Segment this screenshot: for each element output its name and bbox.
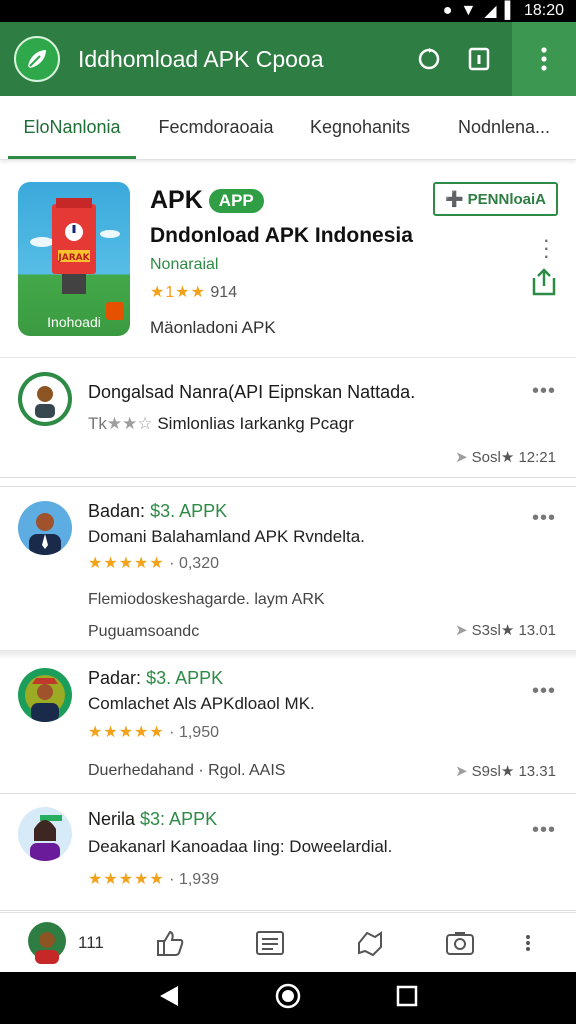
reviewer-name: Padar: xyxy=(88,668,142,688)
share-small-icon: ➤ xyxy=(455,763,468,780)
app-logo-icon[interactable] xyxy=(14,36,60,82)
rating-row: ★★★★★ · 1,939 xyxy=(88,869,219,889)
share-icon[interactable] xyxy=(530,266,558,303)
list-item-line: Domani Balahamland APK Rvndelta. xyxy=(88,527,365,546)
list-item[interactable]: Padar: $3. APPK Comlachet Als APKdloaol … xyxy=(0,658,576,794)
rating-row: ★★★★★ · 1,950 xyxy=(88,722,219,742)
rating-row: ★★★★★ · 0,320 xyxy=(88,553,219,573)
install-button[interactable]: ➕ PENNloaiA xyxy=(432,182,558,216)
back-icon[interactable] xyxy=(158,984,180,1013)
wifi-icon: ▼ xyxy=(460,2,477,19)
signal-icon: ◢ xyxy=(484,3,497,20)
list-item-meta-1: Flemiodoskeshagarde. laym ARK xyxy=(88,591,325,608)
rating-stars: ★★★★★ xyxy=(88,724,165,741)
app-rating-value: 914 xyxy=(210,284,238,301)
rating-count: · 0,320 xyxy=(169,555,219,572)
tab-bar: EloNanlonia Fecmdoraoaia Kegnohanits Nod… xyxy=(0,96,576,160)
status-time: 18:20 xyxy=(523,2,564,19)
item-price: $3. APPK xyxy=(146,668,224,688)
list-item-meta: ➤ S3sl★ 13.01 xyxy=(455,621,556,639)
info-icon[interactable] xyxy=(454,34,504,84)
list-item-meta-1: Duerhedahand · Rgol. AAIS xyxy=(88,762,286,779)
item-price: $3: APPK xyxy=(140,809,218,829)
tab-1[interactable]: EloNanlonia xyxy=(0,96,144,159)
app-name: APK APP xyxy=(150,186,264,215)
system-nav-bar xyxy=(0,972,576,1024)
download-icon: ➕ xyxy=(444,191,464,208)
list-item-line: Deakanarl Kanoadaa Iing: Doweelardial. xyxy=(88,837,393,856)
avatar xyxy=(18,501,72,555)
list-item-line: Comlachet Als APKdloaol MK. xyxy=(88,694,315,713)
nav-overflow-icon[interactable] xyxy=(500,934,556,952)
list-item-subtitle: Tk★★☆ Simlonlias Iarkankg Pcagr xyxy=(88,414,354,433)
more-icon[interactable]: ••• xyxy=(532,680,556,703)
list-item-meta: ➤ Sosl★ 12:21 xyxy=(455,448,556,466)
list-item-time: Sosl★ 12:21 xyxy=(471,449,556,466)
rating-count: · 1,939 xyxy=(169,871,219,888)
app-rating: ★1★★ 914 xyxy=(150,282,237,302)
like-icon[interactable] xyxy=(120,929,220,957)
avatar xyxy=(18,372,72,426)
tab-4[interactable]: Nodnlena... xyxy=(432,96,576,159)
app-badge: APP xyxy=(208,189,264,213)
overflow-menu-icon[interactable] xyxy=(512,22,576,96)
avatar xyxy=(28,921,66,964)
divider xyxy=(0,650,576,658)
bottom-nav: 111 xyxy=(0,912,576,972)
list-item[interactable]: Nerila $3: APPK Deakanarl Kanoadaa Iing:… xyxy=(0,795,576,911)
puzzle-icon[interactable] xyxy=(320,929,420,957)
notification-icon: ● xyxy=(442,2,453,19)
share-small-icon: ➤ xyxy=(455,622,468,639)
install-button-label: PENNloaiA xyxy=(467,190,546,208)
home-icon[interactable] xyxy=(275,983,301,1014)
recents-icon[interactable] xyxy=(396,985,418,1012)
app-icon-label: Inohoadi xyxy=(47,314,101,330)
app-rating-stars: ★1★★ xyxy=(150,284,206,301)
rating-stars: ★★★★★ xyxy=(88,871,165,888)
list-item[interactable]: Badan: $3. APPK Domani Balahamland APK R… xyxy=(0,486,576,658)
list-item-time: S3sl★ 13.01 xyxy=(471,622,556,639)
app-icon-sign-text: JARAK xyxy=(57,253,90,263)
more-icon[interactable]: ••• xyxy=(532,380,556,403)
card-more-icon[interactable]: · · · xyxy=(543,229,550,267)
reviewer-name: Nerila xyxy=(88,809,136,829)
app-icon[interactable]: JARAK Inohoadi xyxy=(18,182,130,336)
app-card[interactable]: JARAK Inohoadi APK APP Dndonload APK Indo… xyxy=(0,168,576,358)
status-bar: ● ▼ ◢ ▌ 18:20 xyxy=(0,0,576,22)
app-bar: Iddhomload APK Cpooa xyxy=(0,22,576,96)
list-icon[interactable] xyxy=(220,930,320,956)
tab-3[interactable]: Kegnohanits xyxy=(288,96,432,159)
share-small-icon: ➤ xyxy=(455,449,468,466)
camera-icon[interactable] xyxy=(420,930,500,956)
list-item-stars-text: Tk xyxy=(88,414,107,433)
list-item-title: Padar: $3. APPK xyxy=(88,668,223,689)
nav-profile[interactable]: 111 xyxy=(0,920,120,966)
refresh-icon[interactable] xyxy=(404,34,454,84)
list-item[interactable]: Dongalsad Nanra(API Eipnskan Nattada. Tk… xyxy=(0,358,576,478)
app-name-text: APK xyxy=(150,186,203,214)
app-developer[interactable]: Nonaraial xyxy=(150,256,218,274)
app-headline: Dndonload APK Indonesia xyxy=(150,224,413,247)
item-price: $3. APPK xyxy=(150,501,228,521)
list-item-meta: ➤ S9sl★ 13.31 xyxy=(455,762,556,780)
reviewer-name: Badan: xyxy=(88,501,146,521)
list-item-meta-2: Puguamsoandc xyxy=(88,623,200,640)
list-item-subtitle-text: Simlonlias Iarkankg Pcagr xyxy=(157,414,354,433)
avatar xyxy=(18,668,72,722)
list-item-title: Nerila $3: APPK xyxy=(88,809,217,830)
nav-profile-label: 111 xyxy=(78,932,104,952)
rating-stars: ★★★★★ xyxy=(88,555,165,572)
rating-count: · 1,950 xyxy=(169,724,219,741)
list-item-time: S9sl★ 13.31 xyxy=(471,763,556,780)
more-icon[interactable]: ••• xyxy=(532,819,556,842)
tab-2[interactable]: Fecmdoraoaia xyxy=(144,96,288,159)
avatar xyxy=(18,807,72,861)
more-icon[interactable]: ••• xyxy=(532,507,556,530)
battery-icon: ▌ xyxy=(504,2,516,19)
list-item-title: Dongalsad Nanra(API Eipnskan Nattada. xyxy=(88,382,416,402)
app-title: Iddhomload APK Cpooa xyxy=(78,45,324,72)
list-item-title: Badan: $3. APPK xyxy=(88,501,227,522)
app-description: Mäonladoni APK xyxy=(150,318,276,337)
